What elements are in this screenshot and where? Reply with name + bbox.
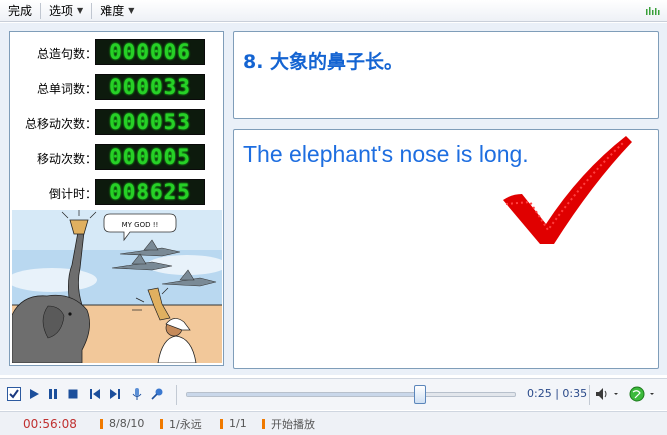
progress-slider[interactable] — [186, 385, 516, 404]
stat-total-moves: 总移动次数： 000053 — [10, 109, 223, 137]
stat-label: 总单词数： — [36, 82, 97, 96]
english-sentence-panel[interactable]: The elephant's nose is long. — [233, 129, 659, 369]
menu-done-label: 完成 — [8, 3, 33, 18]
microphone-icon[interactable] — [128, 385, 146, 403]
elephant-cartoon-image: MY GOD !! — [12, 210, 222, 363]
menu-done[interactable]: 完成 — [0, 0, 40, 22]
pause-icon[interactable] — [44, 385, 62, 403]
menu-bar: 完成 选项 ▼ 难度 ▼ — [0, 0, 667, 22]
separator — [589, 385, 590, 405]
pin-icon[interactable] — [148, 385, 166, 403]
checkmark-icon — [503, 136, 632, 244]
status-bar: 00:56:08 8/8/10 1/永远 1/1 开始播放 — [0, 411, 667, 435]
stat-label: 总移动次数： — [24, 117, 97, 131]
time-display: 0:25 | 0:35 — [527, 387, 588, 400]
lcd-display: 000006 — [95, 39, 205, 65]
stop-icon[interactable] — [64, 385, 82, 403]
checkbox-icon[interactable] — [5, 385, 23, 403]
status-clock: 00:56:08 — [0, 412, 100, 435]
menu-options-label: 选项 — [49, 3, 74, 18]
status-state: 开始播放 — [262, 412, 315, 435]
status-repeat-value: 1/永远 — [169, 417, 202, 431]
lcd-display: 008625 — [95, 179, 205, 205]
status-marker — [262, 418, 265, 429]
chinese-sentence: 8. 大象的鼻子长。 — [243, 51, 404, 73]
stat-value: 008625 — [109, 180, 191, 204]
lcd-display: 000005 — [95, 144, 205, 170]
stat-value: 000006 — [109, 40, 191, 64]
cartoon-illustration: MY GOD !! — [12, 210, 222, 363]
grip-icon[interactable] — [645, 5, 661, 17]
menu-difficulty-label: 难度 — [100, 3, 125, 18]
play-icon[interactable] — [25, 385, 43, 403]
stat-value: 000005 — [109, 145, 191, 169]
stat-value: 000033 — [109, 75, 191, 99]
progress-fill — [187, 393, 420, 396]
progress-thumb[interactable] — [413, 385, 426, 404]
menu-options[interactable]: 选项 ▼ — [41, 0, 91, 22]
status-progress: 8/8/10 — [100, 412, 160, 435]
next-icon[interactable] — [106, 385, 124, 403]
stats-panel: 总造句数： 000006 总单词数： 000033 总移动次数： 000053 … — [9, 31, 224, 366]
main-area: 总造句数： 000006 总单词数： 000033 总移动次数： 000053 … — [0, 23, 667, 375]
status-progress-value: 8/8/10 — [109, 417, 145, 430]
stat-label: 总造句数： — [36, 47, 97, 61]
stat-value: 000053 — [109, 110, 191, 134]
status-repeat: 1/永远 — [160, 412, 220, 435]
status-page-value: 1/1 — [229, 417, 247, 430]
chevron-down-icon: ▼ — [77, 5, 84, 15]
stat-label: 移动次数： — [36, 152, 97, 166]
separator — [176, 385, 177, 405]
chevron-down-icon: ▼ — [128, 5, 135, 15]
menu-difficulty[interactable]: 难度 ▼ — [92, 0, 142, 22]
previous-icon[interactable] — [86, 385, 104, 403]
lcd-display: 000053 — [95, 109, 205, 135]
status-marker — [100, 418, 103, 429]
stat-label: 倒计时： — [48, 187, 97, 201]
lcd-display: 000033 — [95, 74, 205, 100]
status-state-value: 开始播放 — [271, 417, 315, 431]
clock-value: 00:56:08 — [23, 416, 77, 431]
stat-total-words: 总单词数： 000033 — [10, 74, 223, 102]
speech-bubble-text: MY GOD !! — [122, 221, 159, 229]
status-marker — [220, 418, 223, 429]
stat-total-sentences: 总造句数： 000006 — [10, 39, 223, 67]
globe-icon[interactable] — [628, 385, 658, 403]
volume-icon[interactable] — [594, 385, 622, 403]
status-page: 1/1 — [220, 412, 262, 435]
status-marker — [160, 418, 163, 429]
english-sentence: The elephant's nose is long. — [243, 141, 529, 167]
player-controls: 0:25 | 0:35 — [0, 378, 667, 410]
stat-countdown: 倒计时： 008625 — [10, 179, 223, 207]
chinese-sentence-panel: 8. 大象的鼻子长。 — [233, 31, 659, 119]
stat-moves: 移动次数： 000005 — [10, 144, 223, 172]
